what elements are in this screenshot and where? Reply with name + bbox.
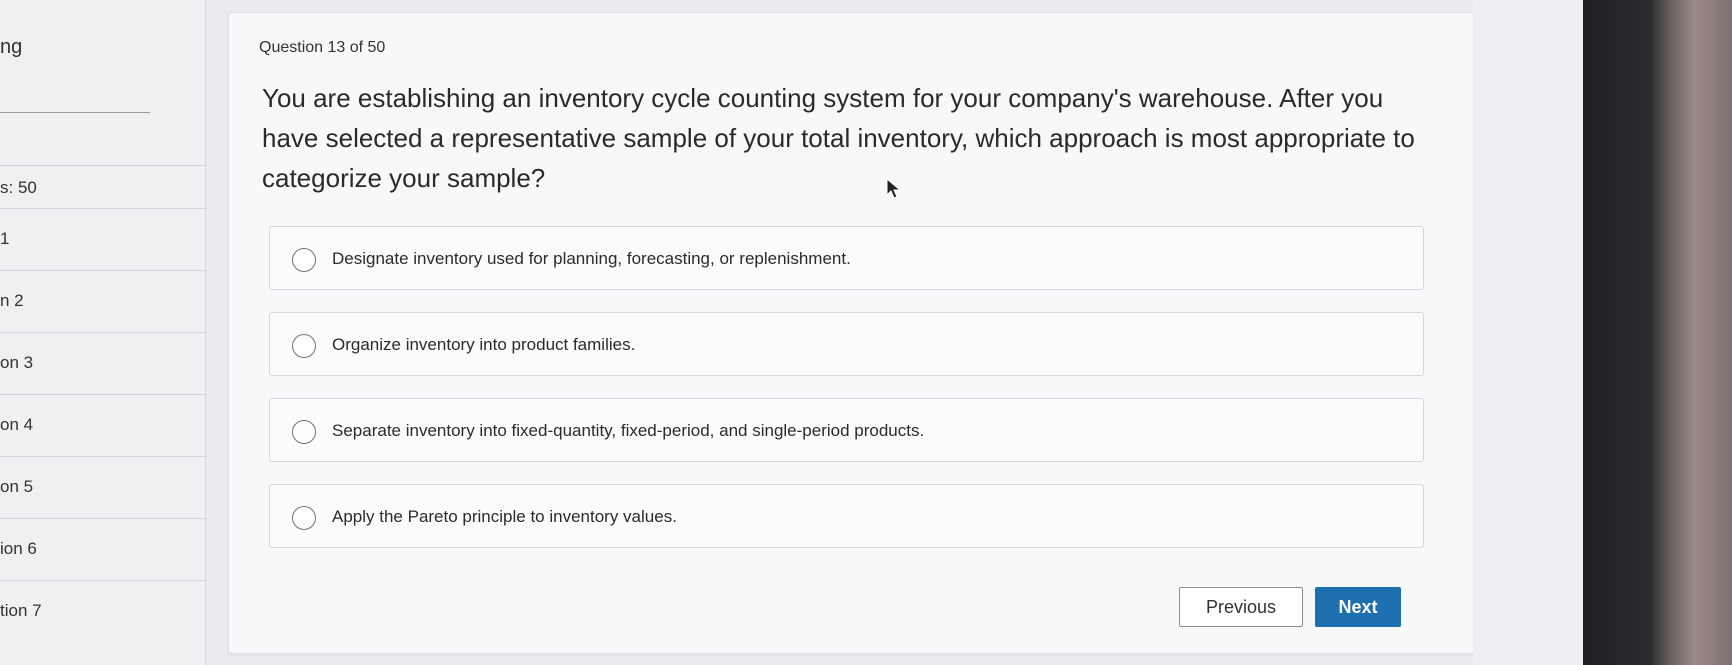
answer-option-label: Separate inventory into fixed-quantity, … [332,421,925,440]
answer-option-2[interactable]: Organize inventory into product families… [269,312,1424,376]
question-card: Question 13 of 50 You are establishing a… [228,12,1475,654]
radio-button-icon[interactable] [292,248,316,272]
answer-option-3[interactable]: Separate inventory into fixed-quantity, … [269,398,1424,462]
sidebar-divider [0,112,150,113]
question-text: You are establishing an inventory cycle … [262,83,1415,193]
sidebar-item-question-1[interactable]: 1 [0,208,205,270]
previous-button[interactable]: Previous [1179,587,1303,627]
sidebar-item-question-3[interactable]: on 3 [0,332,205,394]
question-counter: Question 13 of 50 [259,39,386,56]
sidebar-item-question-6[interactable]: ion 6 [0,518,205,580]
next-button[interactable]: Next [1315,587,1401,627]
sidebar-item-question-4[interactable]: on 4 [0,394,205,456]
radio-button-icon[interactable] [292,334,316,358]
sidebar-title: ng [0,36,23,58]
sidebar-item-question-5[interactable]: on 5 [0,456,205,518]
radio-button-icon[interactable] [292,506,316,530]
answer-option-label: Designate inventory used for planning, f… [332,249,851,268]
radio-button-icon[interactable] [292,420,316,444]
answer-option-1[interactable]: Designate inventory used for planning, f… [269,226,1424,290]
sidebar-item-question-2[interactable]: n 2 [0,270,205,332]
question-sidebar: ng s: 50 1 n 2 on 3 on 4 on 5 ion 6 tion… [0,0,206,665]
answer-option-label: Organize inventory into product families… [332,335,636,354]
answer-option-label: Apply the Pareto principle to inventory … [332,507,677,526]
screen-margin [1473,0,1583,665]
mouse-cursor-icon [886,178,902,199]
sidebar-item-question-7[interactable]: tion 7 [0,580,205,642]
monitor-bezel [1583,0,1732,665]
answer-option-4[interactable]: Apply the Pareto principle to inventory … [269,484,1424,548]
